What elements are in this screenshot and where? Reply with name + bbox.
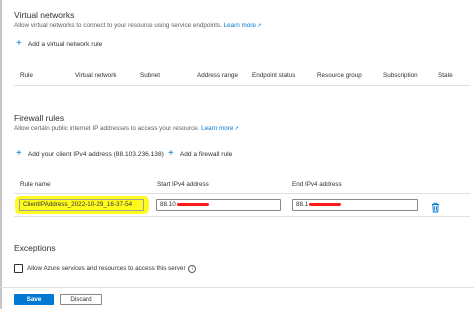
external-link-icon: ↗ (234, 126, 239, 132)
left-panel-border (0, 0, 2, 309)
info-icon[interactable]: i (188, 265, 197, 273)
firewall-row-divider (14, 216, 470, 217)
column-header-endpoint-status: Endpoint status (252, 72, 296, 79)
footer-divider (0, 287, 474, 288)
column-header-rule-name: Rule name (20, 181, 51, 188)
column-header-subscription: Subscription (383, 72, 418, 79)
rule-name-input[interactable]: ClientIPAddress_2022-10-29_16-37-54 (19, 199, 144, 211)
virtual-networks-learn-more-link[interactable]: Learn more (224, 22, 256, 29)
firewall-rules-description: Allow certain public internet IP address… (14, 125, 239, 132)
add-firewall-rule-button[interactable]: + Add a firewall rule (168, 148, 232, 159)
exceptions-title: Exceptions (14, 243, 56, 253)
plus-icon: + (16, 38, 22, 49)
firewall-rules-title: Firewall rules (14, 113, 65, 123)
allow-azure-services-checkbox[interactable] (14, 264, 23, 273)
redaction-mark (176, 202, 209, 206)
end-ip-input[interactable]: 88.1 (292, 199, 418, 211)
virtual-networks-description: Allow virtual networks to connect to you… (14, 22, 262, 29)
firewall-table-divider (14, 193, 470, 194)
discard-button[interactable]: Discard (60, 294, 102, 305)
virtual-networks-table-divider (14, 85, 470, 86)
add-client-ip-button[interactable]: + Add your client IPv4 address (88.103.2… (16, 148, 164, 159)
column-header-address-range: Address range (197, 72, 238, 79)
virtual-networks-title: Virtual networks (14, 10, 75, 20)
redaction-mark (309, 202, 342, 206)
column-header-start-ip: Start IPv4 address (157, 181, 209, 188)
column-header-subnet: Subnet (140, 72, 160, 79)
save-button[interactable]: Save (14, 294, 54, 305)
allow-azure-services-label: Allow Azure services and resources to ac… (27, 265, 197, 273)
delete-icon[interactable] (431, 200, 440, 213)
external-link-icon: ↗ (256, 23, 262, 29)
column-header-resource-group: Resource group (317, 72, 362, 79)
plus-icon: + (168, 148, 174, 159)
column-header-end-ip: End IPv4 address (292, 181, 342, 188)
column-header-rule: Rule (20, 72, 33, 79)
add-virtual-network-rule-button[interactable]: + Add a virtual network rule (16, 38, 102, 49)
column-header-virtual-network: Virtual network (75, 72, 117, 79)
start-ip-input[interactable]: 88.10 (156, 199, 281, 211)
column-header-state: State (438, 72, 453, 79)
firewall-rules-learn-more-link[interactable]: Learn more (201, 125, 233, 132)
plus-icon: + (16, 148, 22, 159)
